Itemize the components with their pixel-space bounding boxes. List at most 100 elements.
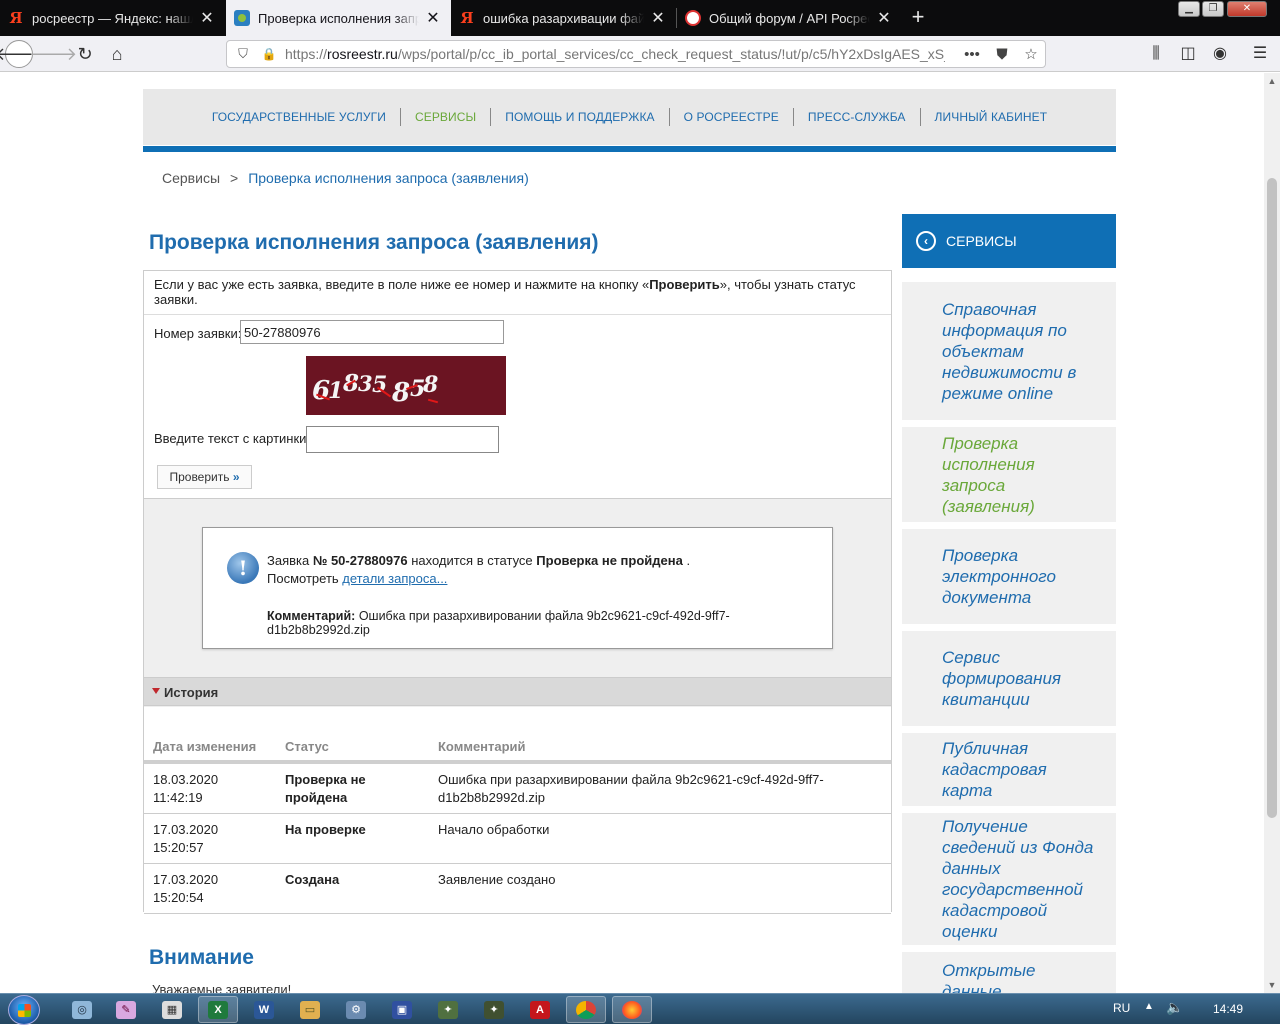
history-table: Дата изменения Статус Комментарий 18.03.… — [144, 733, 891, 914]
tab-title: ошибка разархивации файла — [483, 10, 644, 26]
lock-icon[interactable]: 🔒 — [261, 46, 277, 62]
taskbar-app-chrome[interactable] — [566, 996, 606, 1023]
sidebar-item-receipt-service[interactable]: Сервис формирования квитанции — [902, 631, 1116, 726]
row-date: 17.03.2020 15:20:54 — [144, 864, 276, 914]
breadcrumb-separator: > — [230, 170, 239, 186]
tray-expand-icon[interactable]: ▲ — [1144, 1001, 1154, 1012]
history-toggle[interactable]: История — [144, 677, 891, 706]
reload-button[interactable]: ↻ — [71, 40, 99, 68]
check-button[interactable]: Проверить » — [157, 465, 252, 489]
clock[interactable]: 14:49 — [1213, 1002, 1243, 1016]
address-bar[interactable]: ⛉ 🔒 https://rosreestr.ru/wps/portal/p/cc… — [226, 40, 1046, 68]
attention-subtitle: Уважаемые заявители! — [152, 982, 292, 993]
tab-title: Проверка исполнения запроса — [258, 10, 419, 26]
taskbar-app[interactable]: ▭ — [290, 996, 330, 1023]
forward-button[interactable]: 🡒 — [29, 40, 77, 68]
taskbar-app-firefox[interactable] — [612, 996, 652, 1023]
column-header-comment: Комментарий — [429, 733, 891, 764]
taskbar-app[interactable]: ▦ — [152, 996, 192, 1023]
library-icon[interactable]: ⫼ — [1146, 44, 1166, 64]
page-actions-icon[interactable]: ••• — [963, 46, 981, 64]
taskbar-app-excel[interactable]: X — [198, 996, 238, 1023]
url-text[interactable]: https://rosreestr.ru/wps/portal/p/cc_ib_… — [285, 46, 945, 62]
maximize-button[interactable]: ❐ — [1202, 1, 1224, 17]
request-number-input[interactable] — [240, 320, 504, 344]
settings-icon: ⚙ — [346, 1000, 366, 1019]
taskbar-app[interactable]: ✦ — [474, 996, 514, 1023]
scroll-down-icon[interactable]: ▼ — [1264, 977, 1280, 993]
status-line: Заявка № 50-27880976 находится в статусе… — [267, 553, 691, 568]
close-icon[interactable]: ✕ — [425, 8, 441, 28]
bookmark-star-icon[interactable]: ☆ — [1022, 46, 1040, 64]
taskbar-app-word[interactable]: W — [244, 996, 284, 1023]
new-tab-button[interactable]: + — [904, 4, 932, 32]
row-status: На проверке — [276, 814, 429, 864]
sidebar-item-check-edoc[interactable]: Проверка электронного документа — [902, 529, 1116, 624]
tab-api-forum[interactable]: Общий форум / API Росреестра ✕ — [677, 0, 902, 36]
sidebar-item-cadastral-map[interactable]: Публичная кадастровая карта — [902, 733, 1116, 806]
chevron-left-icon: ‹ — [916, 231, 936, 251]
pocket-icon[interactable]: ⛊ — [993, 46, 1011, 64]
captcha-image: 6 1 8 3 5 8 5 8 — [306, 356, 506, 415]
vertical-scrollbar[interactable]: ▲ ▼ — [1264, 73, 1280, 993]
window-close-button[interactable]: ✕ — [1227, 1, 1267, 17]
sidebar-item-open-data[interactable]: Открытые данные — [902, 952, 1116, 993]
tab-check-request[interactable]: Проверка исполнения запроса ✕ — [226, 0, 451, 36]
taskbar-app[interactable]: ▣ — [382, 996, 422, 1023]
tab-yandex-search[interactable]: Я росреестр — Яндекс: нашлось ✕ — [0, 0, 225, 36]
sidebar-item-check-request[interactable]: Проверка исполнения запроса (заявления) — [902, 427, 1116, 522]
divider — [144, 314, 891, 315]
row-comment: Начало обработки — [429, 814, 891, 864]
tab-title: Общий форум / API Росреестра — [709, 10, 870, 26]
sidebar-toggle-icon[interactable]: ◫ — [1178, 44, 1198, 64]
save-icon: ▣ — [392, 1000, 412, 1019]
volume-icon[interactable]: 🔈 — [1166, 999, 1183, 1016]
shield-icon[interactable]: ⛉ — [235, 46, 251, 62]
folder-icon: ▭ — [300, 1000, 320, 1019]
word-icon: W — [254, 1000, 274, 1019]
close-icon[interactable]: ✕ — [199, 8, 215, 28]
taskbar-app[interactable]: ⚙ — [336, 996, 376, 1023]
close-icon[interactable]: ✕ — [650, 8, 666, 28]
account-icon[interactable]: ◉ — [1210, 44, 1230, 64]
captcha-input[interactable] — [306, 426, 499, 453]
taskbar-app[interactable]: ✦ — [428, 996, 468, 1023]
sidebar-header[interactable]: ‹ Сервисы — [902, 214, 1116, 268]
firefox-icon — [622, 1000, 642, 1019]
tool-icon: ✦ — [438, 1000, 458, 1019]
menu-item-cabinet[interactable]: Личный кабинет — [921, 110, 1062, 124]
scrollbar-thumb[interactable] — [1267, 178, 1277, 818]
taskbar-app[interactable]: ◎ — [62, 996, 102, 1023]
menu-item-about[interactable]: О Росреестре — [670, 110, 793, 124]
request-number-label: Номер заявки: — [154, 326, 242, 341]
sidebar-item-reference-info[interactable]: Справочная информация по объектам недвиж… — [902, 282, 1116, 420]
sidebar-title: Сервисы — [946, 233, 1017, 249]
scroll-up-icon[interactable]: ▲ — [1264, 73, 1280, 89]
header-accent-bar — [143, 146, 1116, 152]
excel-icon: X — [208, 1000, 228, 1019]
browser-nav-bar: 🡐 🡒 ↻ ⌂ ⛉ 🔒 https://rosreestr.ru/wps/por… — [0, 36, 1280, 72]
history-section: Дата изменения Статус Комментарий 18.03.… — [144, 707, 891, 914]
close-icon[interactable]: ✕ — [876, 8, 892, 28]
tab-unzip-error-search[interactable]: Я ошибка разархивации файла ✕ — [451, 0, 676, 36]
menu-item-press[interactable]: Пресс-служба — [794, 110, 920, 124]
sidebar-item-valuation-fund[interactable]: Получение сведений из Фонда данных госуд… — [902, 813, 1116, 945]
taskbar-app[interactable]: ✎ — [106, 996, 146, 1023]
row-date: 18.03.2020 11:42:19 — [144, 764, 276, 814]
breadcrumb-root[interactable]: Сервисы — [162, 170, 220, 186]
minimize-button[interactable]: ▁ — [1178, 1, 1200, 17]
breadcrumb-current[interactable]: Проверка исполнения запроса (заявления) — [248, 170, 529, 186]
intro-text: Если у вас уже есть заявка, введите в по… — [154, 277, 856, 307]
request-details-link[interactable]: детали запроса... — [342, 571, 447, 586]
table-row: 17.03.2020 15:20:57 На проверке Начало о… — [144, 814, 891, 864]
menu-item-gov-services[interactable]: Государственные услуги — [198, 110, 400, 124]
column-header-date: Дата изменения — [144, 733, 276, 764]
menu-item-help[interactable]: Помощь и поддержка — [491, 110, 668, 124]
start-button[interactable] — [8, 995, 40, 1025]
taskbar-app-acrobat[interactable]: A — [520, 996, 560, 1023]
menu-item-services[interactable]: Сервисы — [401, 110, 490, 124]
yandex-icon: Я — [460, 9, 474, 27]
home-button[interactable]: ⌂ — [103, 40, 131, 68]
keyboard-language[interactable]: RU — [1113, 1001, 1130, 1015]
menu-icon[interactable]: ☰ — [1250, 44, 1270, 64]
